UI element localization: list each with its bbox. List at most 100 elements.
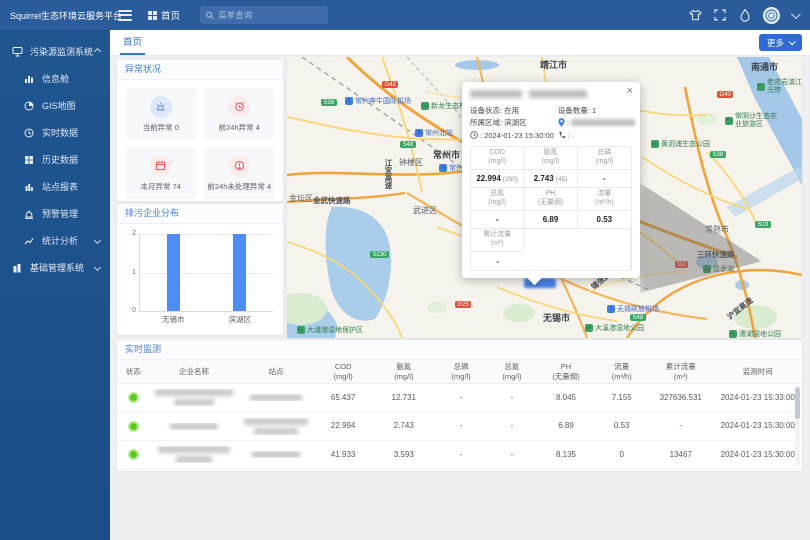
map-road-label: 金武快速路 — [313, 195, 351, 206]
map-poi-park[interactable]: ❧大浦港湿地保护区 — [297, 325, 363, 335]
topbar-actions — [688, 7, 810, 24]
stat-card-current-abnormal: 当前异常 0 — [125, 88, 197, 140]
road-shield: G42 — [382, 81, 398, 88]
tab-bar: 首页 更多 — [110, 30, 810, 56]
device-count: 设备数量: 1 — [558, 105, 635, 115]
exclamation-circle-icon — [228, 155, 250, 177]
table-row[interactable]: 22.994 2.743 - - 6.89 0.53 - 2024-01-23 … — [117, 413, 802, 442]
chevron-up-icon — [94, 48, 101, 55]
status-dot-online — [128, 421, 139, 432]
leaf-icon: ❧ — [729, 330, 737, 338]
train-icon: ■ — [415, 129, 423, 137]
chevron-down-icon — [94, 264, 101, 271]
map-poi-park[interactable]: ❧新龙生态林 — [421, 101, 466, 111]
map-road-label: 江宜高速 — [383, 159, 394, 189]
user-avatar[interactable] — [763, 7, 780, 24]
station-name-redacted — [238, 394, 313, 401]
siren-icon — [150, 96, 172, 118]
search-input[interactable] — [218, 10, 322, 20]
sidebar-item-statistics-analysis[interactable]: 统计分析 — [0, 227, 110, 254]
sidebar-item-label: 基础管理系统 — [30, 261, 84, 274]
sidebar-item-history-data[interactable]: 历史数据 — [0, 146, 110, 173]
sidebar-item-label: 实时数据 — [42, 126, 78, 139]
map-poi-airport[interactable]: ✈无锡硕放机场 — [607, 304, 659, 314]
table-scrollbar[interactable] — [795, 386, 800, 466]
map-poi-park[interactable]: ❧大溪港湿地公园 — [585, 323, 644, 333]
map-poi-park[interactable]: ❧漕湖湿地公园 — [729, 329, 781, 338]
road-shield: G25 — [455, 301, 471, 308]
table-row[interactable]: 41.933 3.593 - - 8.135 0 13467 2024-01-2… — [117, 441, 802, 470]
fullscreen-icon[interactable] — [713, 8, 727, 22]
line-chart-icon — [24, 235, 35, 246]
map-poi-park[interactable]: ❧黄泗浦生态公园 — [651, 139, 710, 149]
bar-chart-icon — [24, 73, 35, 84]
table-row[interactable]: 65.437 12.731 - - 8.045 7.155 327636.531… — [117, 384, 802, 413]
road-shield: S19 — [755, 221, 771, 228]
stat-card-24h-abnormal: 前24h异常 4 — [204, 88, 276, 140]
map-city-label: 南通市 — [751, 60, 778, 73]
app-window: Squirrel生态环境云服务平台 首页 — [0, 0, 810, 540]
road-shield: S230 — [370, 251, 389, 258]
leaf-icon: ❧ — [421, 102, 429, 110]
company-name-redacted — [150, 423, 239, 430]
clock-icon — [470, 131, 478, 139]
close-icon[interactable]: × — [627, 86, 633, 97]
search-icon — [206, 11, 214, 20]
flame-icon[interactable] — [738, 8, 752, 22]
sidebar-nav: 污染源监测系统 信息舱 GIS地图 实时数据 历史数据 站点报表 预警管理 — [0, 30, 110, 540]
sidebar-item-gis-map[interactable]: GIS地图 — [0, 92, 110, 119]
leaf-icon: ❧ — [725, 117, 733, 125]
bar-chart: 2 1 0 无锡市滨湖区 — [139, 234, 273, 312]
station-name-redacted — [238, 418, 313, 435]
hamburger-menu-icon[interactable] — [118, 10, 132, 21]
breadcrumb-label: 首页 — [161, 8, 180, 22]
y-tick: 0 — [126, 307, 136, 314]
bar-chart-plot: 无锡市滨湖区 — [140, 234, 273, 311]
map-poi-station[interactable]: ■常州北站 — [415, 128, 453, 138]
map-district-label: 金坛区 — [289, 193, 313, 204]
sidebar-item-label: 统计分析 — [42, 234, 78, 247]
panel-title: 异常状况 — [117, 60, 283, 80]
enterprise-distribution-panel: 排污企业分布 2 1 0 无锡市滨湖区 — [117, 204, 283, 335]
leaf-icon: ❧ — [757, 83, 765, 91]
sidebar-item-info-cabin[interactable]: 信息舱 — [0, 65, 110, 92]
sidebar-item-label: 信息舱 — [42, 72, 69, 85]
monitor-system-icon — [12, 46, 23, 57]
sidebar-item-alert-management[interactable]: 预警管理 — [0, 200, 110, 227]
map-poi-park[interactable]: ❧老虎岩滨江风光带 — [757, 79, 802, 94]
user-menu-chevron-down-icon[interactable] — [791, 9, 801, 19]
compass-icon — [24, 100, 35, 111]
region: 所属区域: 滨湖区 — [470, 118, 554, 128]
theme-skin-icon[interactable] — [688, 8, 702, 22]
gis-map-card: 靖江市 南通市 常州市 钟楼区 武进区 金坛区 无锡市 常熟市 ✈常州奔牛国际机… — [287, 57, 802, 338]
sidebar-item-station-report[interactable]: 站点报表 — [0, 173, 110, 200]
chevron-down-icon — [789, 38, 796, 45]
map-poi-airport[interactable]: ✈常州奔牛国际机场 — [345, 96, 411, 106]
tab-home[interactable]: 首页 — [120, 30, 145, 55]
device-status: 设备状态: 在用 — [470, 105, 554, 115]
sidebar-item-label: 站点报表 — [42, 180, 78, 193]
scrollbar-thumb[interactable] — [795, 387, 800, 419]
more-button-label: 更多 — [767, 37, 784, 49]
bar-category-label: 滨湖区 — [229, 314, 252, 325]
sidebar-item-label: 污染源监测系统 — [30, 45, 93, 58]
menu-search[interactable] — [200, 6, 328, 24]
realtime-monitor-panel: 实时监测 状态 企业名称 站点 COD(mg/l) 氨氮(mg/l) 总磷(mg… — [117, 340, 802, 471]
map-poi-park[interactable]: ❧常阴沙生态农业旅游区 — [725, 113, 777, 128]
sidebar-item-realtime-data[interactable]: 实时数据 — [0, 119, 110, 146]
bar — [167, 234, 180, 311]
more-button[interactable]: 更多 — [759, 34, 802, 51]
app-logo: Squirrel生态环境云服务平台 — [0, 9, 110, 22]
station-name-redacted — [238, 451, 313, 458]
train-icon: ■ — [439, 164, 447, 172]
sidebar-item-basic-management-system[interactable]: 基础管理系统 — [0, 254, 110, 281]
phone-line: : · — [558, 130, 635, 140]
sidebar-item-pollution-monitoring-system[interactable]: 污染源监测系统 — [0, 38, 110, 65]
table-grid-icon — [24, 154, 35, 165]
stat-card-24h-unhandled-abnormal: 前24h未处理异常 4 — [204, 147, 276, 199]
map-canvas[interactable]: 靖江市 南通市 常州市 钟楼区 武进区 金坛区 无锡市 常熟市 ✈常州奔牛国际机… — [287, 57, 802, 338]
popup-metrics-table: COD(mg/l) 氨氮(mg/l) 总磷(mg/l) 22.994(250) … — [470, 146, 632, 271]
breadcrumb[interactable]: 首页 — [148, 8, 180, 22]
phone-icon — [558, 131, 566, 139]
sidebar-item-label: 历史数据 — [42, 153, 78, 166]
